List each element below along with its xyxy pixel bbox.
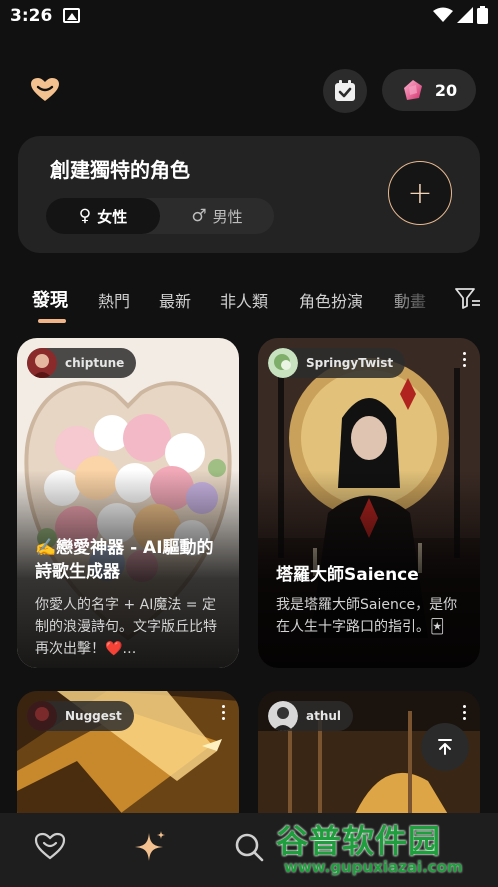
author-avatar [268,701,298,731]
watermark-url: www.gupuxiazai.com [284,858,463,876]
author-name: athul [306,709,342,723]
gem-count: 20 [434,80,458,100]
tab-latest[interactable]: 最新 [159,288,191,312]
card-description: 你愛人的名字 + AI魔法 = 定制的浪漫詩句。文字版丘比特再次出擊！❤️… [35,597,217,657]
status-time: 3:26 [10,6,53,26]
author-avatar [268,348,298,378]
male-label: 男性 [212,207,243,226]
character-card[interactable]: Nuggest [17,691,239,831]
watermark-cn: 谷普软件园 [276,822,442,860]
status-bar: 3:26 [0,0,498,34]
author-pill[interactable]: SpringyTwist [268,348,406,378]
gem-balance-button[interactable]: 20 [382,69,476,111]
tabs-fade [380,280,458,320]
create-character-card: 創建獨特的角色 ♀ 女性 ♂ 男性 + [18,136,480,253]
daily-checkin-button[interactable] [323,69,367,113]
scroll-to-top-button[interactable] [421,723,469,771]
gender-selector: ♀ 女性 ♂ 男性 [46,198,274,234]
tab-non-human[interactable]: 非人類 [220,288,268,312]
author-pill[interactable]: Nuggest [27,701,134,731]
category-tabs: 發現 熱門 最新 非人類 角色扮演 動畫 [0,280,498,326]
male-icon: ♂ [191,206,207,226]
create-character-button[interactable]: + [388,161,452,225]
card-title: 塔羅大師Saience [276,565,419,585]
status-icons [433,6,488,24]
author-pill[interactable]: athul [268,701,354,731]
card-more-icon[interactable] [463,352,466,367]
card-description: 我是塔羅大師Saience，是你在人生十字路口的指引。🃏 [276,597,458,635]
wifi-icon [433,7,453,22]
tab-roleplay[interactable]: 角色扮演 [299,288,363,312]
female-icon: ♀ [78,206,92,226]
watermark: 谷普软件园 www.gupuxiazai.com [274,812,496,882]
author-avatar [27,701,57,731]
calendar-check-icon [335,80,355,101]
female-label: 女性 [97,207,128,226]
character-card[interactable]: SpringyTwist 塔羅大師Saience 我是塔羅大師Saience，是… [258,338,480,668]
nav-home-heart-icon[interactable] [34,831,66,861]
author-name: SpringyTwist [306,356,394,370]
tab-hot[interactable]: 熱門 [98,288,130,312]
gem-icon [403,80,422,100]
tab-discover[interactable]: 發現 [32,286,68,312]
author-pill[interactable]: chiptune [27,348,137,378]
character-card[interactable]: chiptune ✍️戀愛神器 - AI驅動的詩歌生成器 你愛人的名字 + AI… [17,338,239,668]
signal-icon [457,7,473,23]
female-option[interactable]: ♀ 女性 [46,198,160,234]
card-more-icon[interactable] [222,705,225,720]
male-option[interactable]: ♂ 男性 [160,198,274,234]
active-tab-indicator [38,319,66,323]
filter-icon[interactable] [455,287,481,309]
nav-discover-sparkle-icon[interactable] [131,829,169,867]
arrow-to-top-icon [438,739,452,755]
card-title: ✍️戀愛神器 - AI驅動的詩歌生成器 [35,538,214,582]
author-avatar [27,348,57,378]
author-name: chiptune [65,356,125,370]
author-name: Nuggest [65,709,122,723]
card-more-icon[interactable] [463,705,466,720]
create-title: 創建獨特的角色 [50,158,190,182]
battery-icon [477,6,488,24]
nav-search-icon[interactable] [233,831,265,863]
gallery-notification-icon [63,8,80,23]
plus-icon: + [407,175,433,211]
heart-face-logo-icon[interactable] [30,77,60,103]
